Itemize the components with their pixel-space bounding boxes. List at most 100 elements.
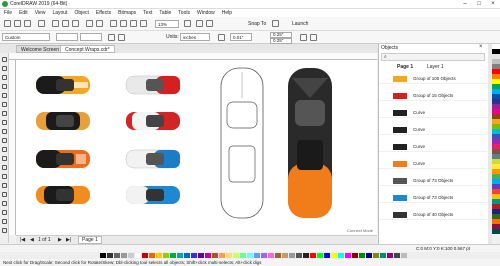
color-swatch[interactable] <box>289 253 295 258</box>
color-swatch[interactable] <box>177 253 183 258</box>
menu-item-layout[interactable]: Layout <box>52 10 67 16</box>
tab-concept-wraps[interactable]: Concept Wraps.cdr* <box>60 45 115 53</box>
color-swatch[interactable] <box>261 253 267 258</box>
color-swatch[interactable] <box>331 253 337 258</box>
tool-icon[interactable] <box>2 93 7 98</box>
color-swatch[interactable] <box>296 253 302 258</box>
document-palette[interactable] <box>0 252 500 259</box>
tab-welcome-screen[interactable]: Welcome Screen <box>16 45 64 53</box>
object-row[interactable]: Curve <box>379 142 487 152</box>
color-swatch[interactable] <box>359 253 365 258</box>
prev-page-button[interactable]: ◀ <box>30 237 34 243</box>
grid-icon[interactable] <box>206 20 213 27</box>
color-swatch[interactable] <box>394 253 400 258</box>
new-document-icon[interactable] <box>4 20 11 27</box>
search-icon[interactable]: ⌕ <box>384 54 387 60</box>
tool-icon[interactable] <box>2 84 7 89</box>
tool-icon[interactable] <box>2 102 7 107</box>
menu-item-text[interactable]: Text <box>143 10 152 16</box>
object-row[interactable]: Curve <box>379 108 487 118</box>
next-page-button[interactable]: ▶ <box>58 237 62 243</box>
color-swatch[interactable] <box>156 253 162 258</box>
page-preset-select[interactable]: Custom <box>2 33 50 41</box>
export-icon[interactable] <box>130 20 137 27</box>
options-gear-icon[interactable] <box>272 20 279 27</box>
docker-close-icon[interactable]: × <box>479 44 483 50</box>
color-swatch[interactable] <box>352 253 358 258</box>
color-swatch[interactable] <box>163 253 169 258</box>
color-swatch[interactable] <box>233 253 239 258</box>
color-swatch[interactable] <box>380 253 386 258</box>
color-swatch[interactable] <box>149 253 155 258</box>
tool-icon[interactable] <box>2 147 7 152</box>
color-swatch[interactable] <box>345 253 351 258</box>
color-swatch[interactable] <box>114 253 120 258</box>
menu-item-object[interactable]: Object <box>74 10 88 16</box>
color-swatch[interactable] <box>212 253 218 258</box>
tool-icon[interactable] <box>2 120 7 125</box>
horizontal-ruler[interactable] <box>9 53 377 60</box>
first-page-button[interactable]: |◀ <box>20 237 25 243</box>
color-swatch[interactable] <box>205 253 211 258</box>
color-swatch[interactable] <box>275 253 281 258</box>
color-swatch[interactable] <box>366 253 372 258</box>
menu-item-edit[interactable]: Edit <box>19 10 28 16</box>
color-swatch[interactable] <box>107 253 113 258</box>
landscape-icon[interactable] <box>118 34 125 41</box>
portrait-icon[interactable] <box>108 34 115 41</box>
color-swatch[interactable] <box>324 253 330 258</box>
search-content-icon[interactable] <box>110 20 117 27</box>
color-swatch[interactable] <box>219 253 225 258</box>
tool-icon[interactable] <box>2 183 7 188</box>
undo-icon[interactable] <box>86 20 93 27</box>
page-tab[interactable]: Page 1 <box>78 236 102 244</box>
color-swatch[interactable] <box>121 253 127 258</box>
object-row[interactable]: Group of 73 Objects <box>379 176 487 186</box>
color-swatch[interactable] <box>268 253 274 258</box>
drawing-canvas[interactable]: Connect Mode <box>16 60 377 235</box>
tool-icon[interactable] <box>2 210 7 215</box>
units-select[interactable]: inches <box>180 33 210 41</box>
color-swatch[interactable] <box>310 253 316 258</box>
color-swatch[interactable] <box>282 253 288 258</box>
menu-item-tools[interactable]: Tools <box>178 10 190 16</box>
tool-icon[interactable] <box>2 57 7 62</box>
tool-icon[interactable] <box>2 165 7 170</box>
tool-icon[interactable] <box>2 174 7 179</box>
object-row[interactable]: Group of 100 Objects <box>379 74 487 84</box>
zoom-level-field[interactable]: 13% <box>155 20 179 28</box>
nudge-distance-field[interactable]: 0.01" <box>230 33 252 41</box>
vertical-ruler[interactable] <box>9 60 16 235</box>
car-wraps-artwork[interactable] <box>16 60 377 235</box>
tool-icon[interactable] <box>2 75 7 80</box>
color-swatch[interactable] <box>254 253 260 258</box>
color-swatch[interactable] <box>170 253 176 258</box>
last-page-button[interactable]: ▶| <box>66 237 71 243</box>
tool-icon[interactable] <box>2 156 7 161</box>
snap-to-dropdown[interactable]: Snap To <box>248 21 266 27</box>
color-swatch[interactable] <box>387 253 393 258</box>
page-height-field[interactable] <box>80 33 102 41</box>
close-button[interactable]: × <box>486 0 500 9</box>
color-swatch[interactable] <box>135 253 141 258</box>
duplicate-x-field[interactable]: 0.25" <box>270 32 292 38</box>
color-palette[interactable] <box>492 44 500 244</box>
object-row[interactable]: Group of 15 Objects <box>379 91 487 101</box>
menu-item-effects[interactable]: Effects <box>96 10 111 16</box>
color-swatch[interactable] <box>492 229 500 234</box>
object-row[interactable]: Curve <box>379 159 487 169</box>
menu-item-help[interactable]: Help <box>222 10 232 16</box>
open-icon[interactable] <box>14 20 21 27</box>
color-swatch[interactable] <box>247 253 253 258</box>
save-icon[interactable] <box>24 20 31 27</box>
color-swatch[interactable] <box>240 253 246 258</box>
maximize-button[interactable]: □ <box>472 0 486 9</box>
import-icon[interactable] <box>120 20 127 27</box>
menu-item-window[interactable]: Window <box>197 10 215 16</box>
menu-item-table[interactable]: Table <box>159 10 171 16</box>
launch-dropdown[interactable]: Launch <box>292 21 308 27</box>
print-icon[interactable] <box>38 20 45 27</box>
color-swatch[interactable] <box>191 253 197 258</box>
color-swatch[interactable] <box>142 253 148 258</box>
object-row[interactable]: Group of 40 Objects <box>379 210 487 220</box>
